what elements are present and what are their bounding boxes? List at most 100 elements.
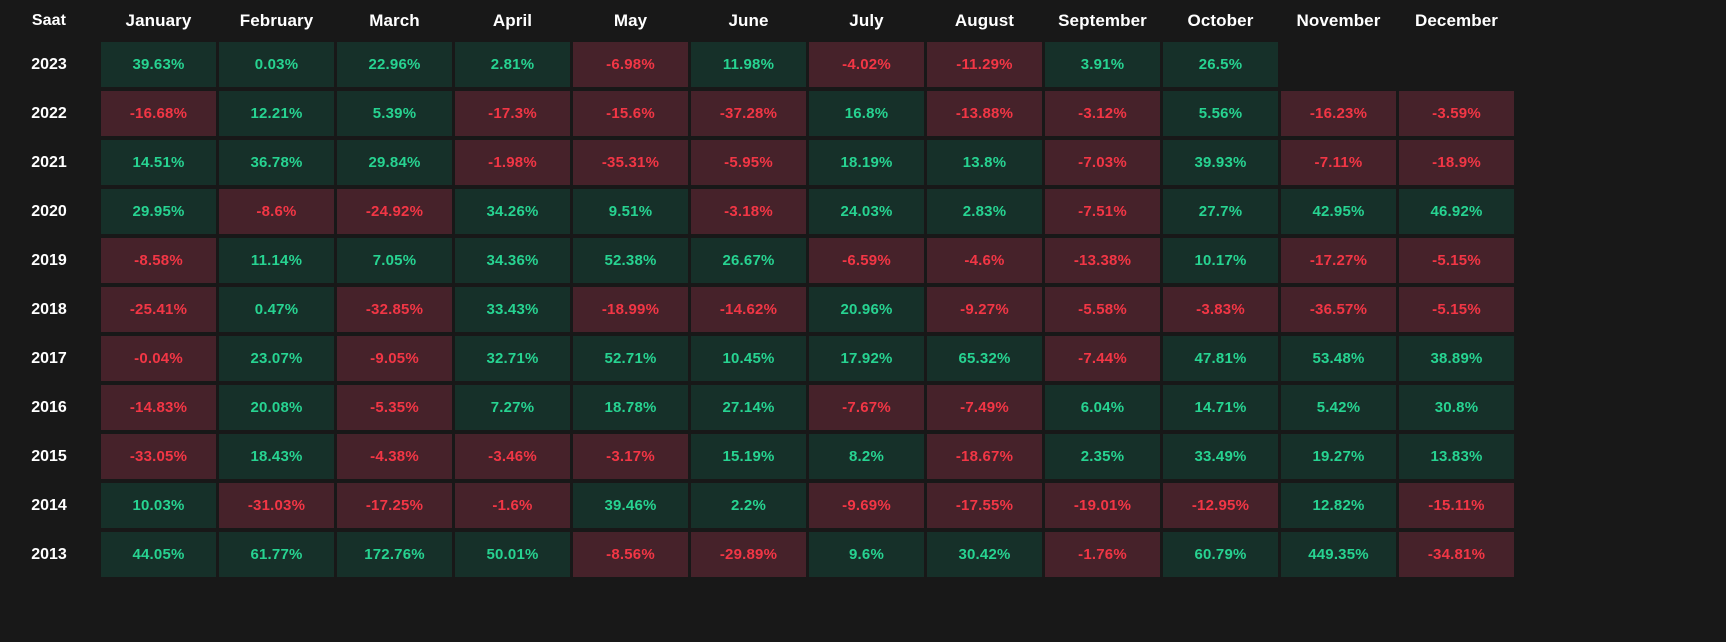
heatmap-cell[interactable]: 14.51% (101, 140, 216, 185)
heatmap-cell[interactable]: -5.15% (1399, 238, 1514, 283)
heatmap-cell[interactable]: 2.2% (691, 483, 806, 528)
heatmap-cell[interactable]: 38.89% (1399, 336, 1514, 381)
heatmap-cell[interactable]: 9.51% (573, 189, 688, 234)
heatmap-cell[interactable]: 3.91% (1045, 42, 1160, 87)
heatmap-cell[interactable]: -12.95% (1163, 483, 1278, 528)
heatmap-cell[interactable]: 10.03% (101, 483, 216, 528)
heatmap-cell[interactable]: 39.63% (101, 42, 216, 87)
heatmap-cell[interactable]: 18.78% (573, 385, 688, 430)
heatmap-cell[interactable]: -8.58% (101, 238, 216, 283)
heatmap-cell[interactable]: -18.99% (573, 287, 688, 332)
heatmap-cell[interactable]: 39.46% (573, 483, 688, 528)
heatmap-cell[interactable]: -18.9% (1399, 140, 1514, 185)
heatmap-cell[interactable]: -29.89% (691, 532, 806, 577)
heatmap-cell[interactable]: 13.83% (1399, 434, 1514, 479)
heatmap-cell[interactable]: 8.2% (809, 434, 924, 479)
heatmap-cell[interactable]: 0.03% (219, 42, 334, 87)
heatmap-cell[interactable]: 36.78% (219, 140, 334, 185)
heatmap-cell[interactable]: -9.69% (809, 483, 924, 528)
heatmap-cell[interactable]: -15.11% (1399, 483, 1514, 528)
heatmap-cell[interactable]: 39.93% (1163, 140, 1278, 185)
heatmap-cell[interactable]: 5.42% (1281, 385, 1396, 430)
heatmap-cell[interactable]: 24.03% (809, 189, 924, 234)
heatmap-cell[interactable]: -7.51% (1045, 189, 1160, 234)
heatmap-cell[interactable]: 22.96% (337, 42, 452, 87)
heatmap-cell[interactable]: -18.67% (927, 434, 1042, 479)
heatmap-cell[interactable]: -34.81% (1399, 532, 1514, 577)
heatmap-cell[interactable]: -35.31% (573, 140, 688, 185)
heatmap-cell[interactable]: 46.92% (1399, 189, 1514, 234)
heatmap-cell[interactable]: 30.42% (927, 532, 1042, 577)
heatmap-cell[interactable]: -13.88% (927, 91, 1042, 136)
heatmap-cell[interactable]: -5.15% (1399, 287, 1514, 332)
heatmap-cell[interactable]: 20.08% (219, 385, 334, 430)
heatmap-cell[interactable]: -6.59% (809, 238, 924, 283)
heatmap-cell[interactable]: 2.83% (927, 189, 1042, 234)
heatmap-cell[interactable]: -24.92% (337, 189, 452, 234)
heatmap-cell[interactable]: 13.8% (927, 140, 1042, 185)
heatmap-cell[interactable]: -7.11% (1281, 140, 1396, 185)
heatmap-cell[interactable]: 19.27% (1281, 434, 1396, 479)
heatmap-cell[interactable]: -15.6% (573, 91, 688, 136)
heatmap-cell[interactable]: 26.5% (1163, 42, 1278, 87)
heatmap-cell[interactable]: -37.28% (691, 91, 806, 136)
heatmap-cell[interactable]: 52.38% (573, 238, 688, 283)
heatmap-cell[interactable]: 172.76% (337, 532, 452, 577)
heatmap-cell[interactable]: -6.98% (573, 42, 688, 87)
heatmap-cell[interactable]: 53.48% (1281, 336, 1396, 381)
heatmap-cell[interactable]: 32.71% (455, 336, 570, 381)
heatmap-cell[interactable]: 18.19% (809, 140, 924, 185)
heatmap-cell[interactable]: 10.17% (1163, 238, 1278, 283)
heatmap-cell[interactable]: -8.56% (573, 532, 688, 577)
heatmap-cell[interactable]: -9.27% (927, 287, 1042, 332)
heatmap-cell[interactable]: 16.8% (809, 91, 924, 136)
heatmap-cell[interactable]: -16.68% (101, 91, 216, 136)
heatmap-cell[interactable]: 29.95% (101, 189, 216, 234)
heatmap-cell[interactable]: 15.19% (691, 434, 806, 479)
heatmap-cell[interactable]: -0.04% (101, 336, 216, 381)
heatmap-cell[interactable]: 34.26% (455, 189, 570, 234)
heatmap-cell[interactable]: -14.62% (691, 287, 806, 332)
heatmap-cell[interactable]: 20.96% (809, 287, 924, 332)
heatmap-cell[interactable]: 44.05% (101, 532, 216, 577)
heatmap-cell[interactable]: -3.18% (691, 189, 806, 234)
heatmap-cell[interactable]: 33.49% (1163, 434, 1278, 479)
heatmap-cell[interactable]: -17.27% (1281, 238, 1396, 283)
heatmap-cell[interactable]: -1.76% (1045, 532, 1160, 577)
heatmap-cell[interactable]: 52.71% (573, 336, 688, 381)
heatmap-cell[interactable]: -3.83% (1163, 287, 1278, 332)
heatmap-cell[interactable] (1399, 42, 1514, 87)
heatmap-cell[interactable]: 2.35% (1045, 434, 1160, 479)
heatmap-cell[interactable]: 42.95% (1281, 189, 1396, 234)
heatmap-cell[interactable]: -36.57% (1281, 287, 1396, 332)
heatmap-cell[interactable]: -19.01% (1045, 483, 1160, 528)
heatmap-cell[interactable]: -7.67% (809, 385, 924, 430)
heatmap-cell[interactable]: -11.29% (927, 42, 1042, 87)
heatmap-cell[interactable]: -7.49% (927, 385, 1042, 430)
heatmap-cell[interactable]: -5.58% (1045, 287, 1160, 332)
heatmap-cell[interactable]: 6.04% (1045, 385, 1160, 430)
heatmap-cell[interactable]: 12.82% (1281, 483, 1396, 528)
heatmap-cell[interactable]: 23.07% (219, 336, 334, 381)
heatmap-cell[interactable]: -31.03% (219, 483, 334, 528)
heatmap-cell[interactable]: -17.55% (927, 483, 1042, 528)
heatmap-cell[interactable]: 11.14% (219, 238, 334, 283)
heatmap-cell[interactable]: -33.05% (101, 434, 216, 479)
heatmap-cell[interactable]: -1.6% (455, 483, 570, 528)
heatmap-cell[interactable]: 29.84% (337, 140, 452, 185)
heatmap-cell[interactable]: 12.21% (219, 91, 334, 136)
heatmap-cell[interactable]: -16.23% (1281, 91, 1396, 136)
heatmap-cell[interactable]: 27.14% (691, 385, 806, 430)
heatmap-cell[interactable]: 7.05% (337, 238, 452, 283)
heatmap-cell[interactable]: -3.46% (455, 434, 570, 479)
heatmap-cell[interactable]: -5.35% (337, 385, 452, 430)
heatmap-cell[interactable]: 30.8% (1399, 385, 1514, 430)
heatmap-cell[interactable]: 18.43% (219, 434, 334, 479)
heatmap-cell[interactable]: -8.6% (219, 189, 334, 234)
heatmap-cell[interactable]: 2.81% (455, 42, 570, 87)
heatmap-cell[interactable]: 60.79% (1163, 532, 1278, 577)
heatmap-cell[interactable]: 5.56% (1163, 91, 1278, 136)
heatmap-cell[interactable]: 0.47% (219, 287, 334, 332)
heatmap-cell[interactable]: -3.17% (573, 434, 688, 479)
heatmap-cell[interactable]: -13.38% (1045, 238, 1160, 283)
